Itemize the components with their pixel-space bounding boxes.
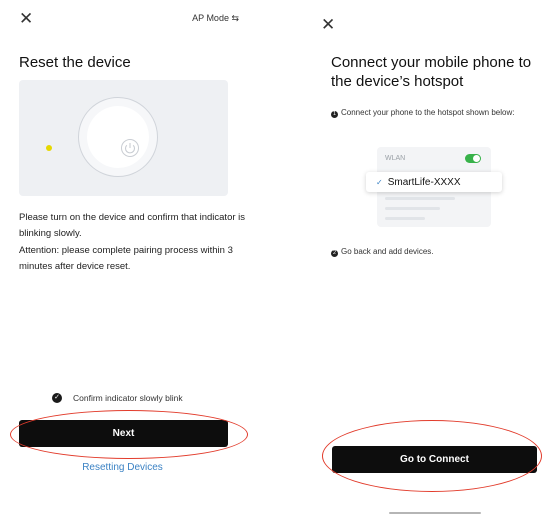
instruction-text: Please turn on the device and confirm th…	[19, 212, 246, 240]
placeholder-line	[385, 207, 440, 210]
page-title: Connect your mobile phone to the device’…	[331, 54, 532, 90]
resetting-devices-link[interactable]: Resetting Devices	[0, 462, 245, 473]
attention-text: Attention: please complete pairing proce…	[19, 244, 233, 273]
step-1-text: Connect your phone to the hotspot shown …	[341, 108, 515, 117]
step-number-badge: 2	[331, 250, 338, 257]
confirm-indicator-checkbox[interactable]: ✓ Confirm indicator slowly blink	[52, 393, 183, 403]
close-icon[interactable]: ✕	[19, 10, 33, 27]
placeholder-line	[385, 197, 455, 200]
close-icon[interactable]: ✕	[321, 16, 335, 33]
power-button-icon	[121, 139, 139, 157]
page-title: Reset the device	[19, 54, 131, 71]
go-to-connect-button[interactable]: Go to Connect	[332, 446, 537, 473]
selected-check-icon: ✓	[376, 177, 383, 187]
step-1: 1 Connect your phone to the hotspot shown…	[331, 108, 531, 118]
step-2-text: Go back and add devices.	[341, 247, 434, 256]
wlan-toggle-icon	[465, 154, 481, 163]
step-number-badge: 1	[331, 111, 338, 118]
step-2: 2 Go back and add devices.	[331, 247, 531, 257]
confirm-label: Confirm indicator slowly blink	[73, 393, 183, 403]
home-indicator	[389, 512, 481, 514]
ssid-name: SmartLife-XXXX	[387, 176, 461, 188]
checkmark-icon[interactable]: ✓	[52, 393, 62, 403]
next-button[interactable]: Next	[19, 420, 228, 447]
indicator-light-icon	[46, 145, 52, 151]
connect-hotspot-screen: ✕ Connect your mobile phone to the devic…	[272, 0, 543, 516]
wlan-label: WLAN	[385, 155, 406, 162]
reset-instructions: Please turn on the device and confirm th…	[19, 210, 249, 276]
hotspot-ssid-item: ✓ SmartLife-XXXX	[366, 172, 502, 192]
reset-device-screen: ✕ AP Mode ⇆ Reset the device Please turn…	[0, 0, 265, 516]
placeholder-line	[385, 217, 425, 220]
device-illustration	[19, 80, 228, 196]
device-body-icon	[78, 97, 158, 177]
ap-mode-switch[interactable]: AP Mode ⇆	[192, 13, 239, 24]
